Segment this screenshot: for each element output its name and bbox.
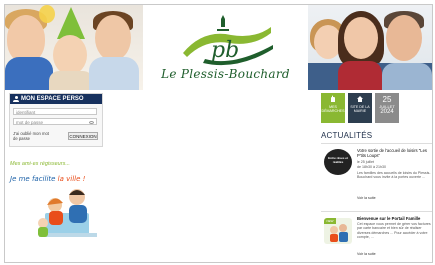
news-item-body: Les familles des accueils de loisirs du … <box>357 171 431 180</box>
date-day: 25 <box>382 95 392 104</box>
forgot-password-link[interactable]: J'ai oublié mon mot de passe <box>13 131 53 141</box>
logo-emblem-icon: pb <box>183 15 273 66</box>
help-subtitle-part1: Je me facilite <box>10 175 58 183</box>
eye-icon[interactable] <box>89 120 94 124</box>
thumbnail-text: Entre rêves et réalités <box>328 156 348 164</box>
help-subtitle-part2: la ville ! <box>57 175 86 183</box>
help-subtitle[interactable]: Je me facilite la ville ! <box>10 175 85 183</box>
help-title: Mes ami·es régisseurs... <box>10 161 70 167</box>
tile-label: MES DÉMARCHES <box>321 105 345 113</box>
news-thumbnail[interactable]: Entre rêves et réalités <box>324 149 352 175</box>
news-item-time: de 18h30 à 21h30 <box>357 165 386 169</box>
tile-site-mairie[interactable]: SITE DE LA MAIRIE <box>348 93 372 123</box>
username-input[interactable]: identifiant <box>13 108 97 115</box>
news-item[interactable]: Entre rêves et réalités Votre sortie de … <box>321 143 432 210</box>
house-icon <box>357 96 363 102</box>
news-item-date: le 25 juillet <box>357 160 374 164</box>
logo-mark: pb <box>211 38 239 63</box>
news-thumbnail[interactable]: NEW <box>324 218 352 244</box>
news-item-more-link[interactable]: Voir la suite <box>357 196 376 200</box>
password-placeholder: mot de passe <box>16 120 44 125</box>
user-icon <box>13 96 19 102</box>
news-item-body: Cet espace vous permet de gérer vos fact… <box>357 222 431 240</box>
header-banner: pb Le Plessis-Bouchard <box>5 5 432 90</box>
page-frame: pb Le Plessis-Bouchard MON ESPACE PERSO … <box>4 4 433 263</box>
login-title: MON ESPACE PERSO <box>21 96 84 102</box>
family-illustration <box>38 189 97 237</box>
tile-label: SITE DE LA MAIRIE <box>350 105 370 113</box>
news-item[interactable]: NEW Bienvenue sur le Portail Famille Cet… <box>321 211 432 262</box>
children-photo <box>5 5 143 90</box>
date-year: 2024 <box>380 109 394 115</box>
connect-button[interactable]: CONNEXION <box>68 132 98 140</box>
login-header: MON ESPACE PERSO <box>10 94 102 104</box>
news-item-more-link[interactable]: Voir la suite <box>357 252 376 256</box>
login-box: MON ESPACE PERSO identifiant mot de pass… <box>9 93 103 147</box>
password-input[interactable]: mot de passe <box>13 118 97 125</box>
bottom-accent-bar <box>321 262 433 263</box>
news-item-title[interactable]: Bienvenue sur le Portail Famille <box>357 216 431 221</box>
hand-icon <box>331 95 335 102</box>
tile-date: 25 JUILLET 2024 <box>375 93 399 123</box>
new-badge: NEW <box>324 218 336 224</box>
tile-mes-demarches[interactable]: MES DÉMARCHES <box>321 93 345 123</box>
logo-text: Le Plessis-Bouchard <box>161 67 290 81</box>
news-item-title[interactable]: Votre sortie de l'accueil de loisirs "Le… <box>357 148 431 158</box>
news-title: ACTUALITÉS <box>321 131 373 140</box>
site-logo[interactable]: pb Le Plessis-Bouchard <box>143 5 308 90</box>
family-photo <box>308 5 432 90</box>
